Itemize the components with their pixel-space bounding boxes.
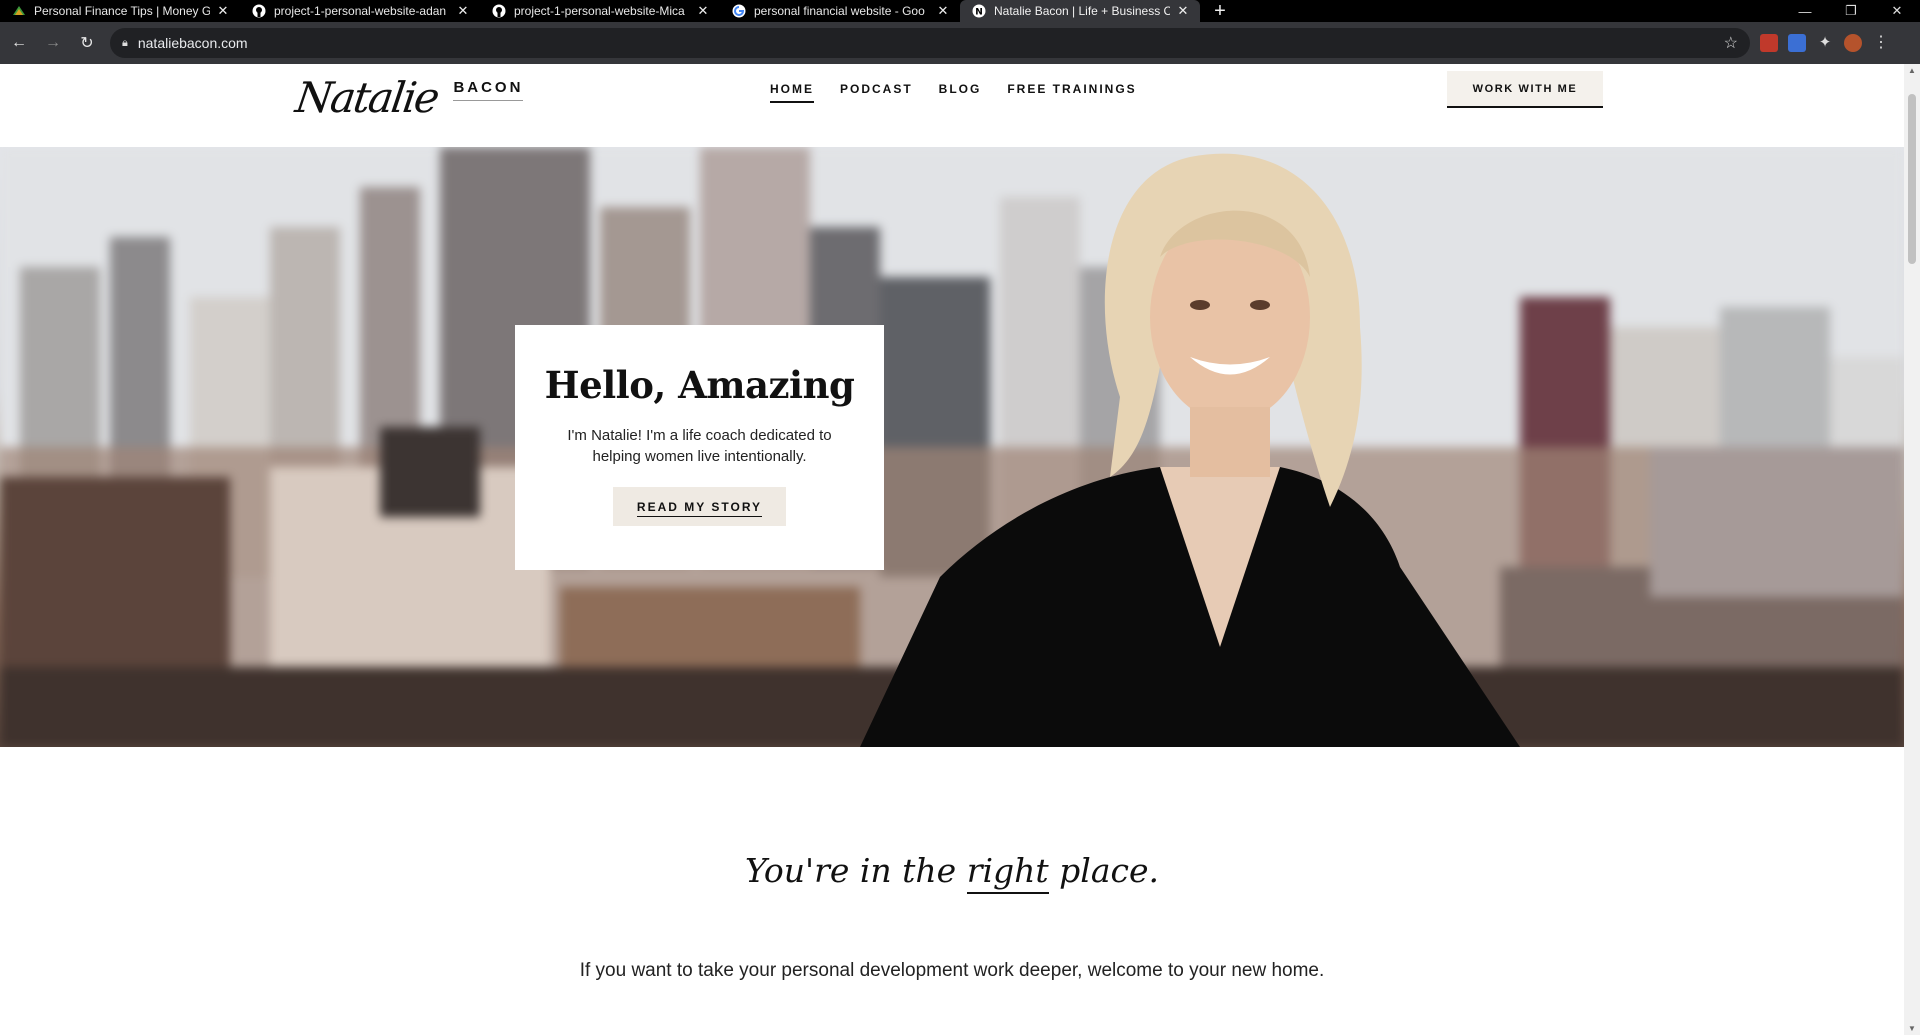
browser-tab-5[interactable]: N Natalie Bacon | Life + Business C ✕ — [960, 0, 1200, 22]
hero-heading: Hello, Amazing — [544, 363, 855, 407]
hero-text: I'm Natalie! I'm a life coach dedicated … — [567, 427, 832, 465]
puzzle-extensions-icon[interactable]: ✦ — [1816, 34, 1834, 52]
tab-title: Personal Finance Tips | Money Gi — [34, 4, 210, 18]
address-bar[interactable]: 🔒︎ nataliebacon.com ☆ — [110, 28, 1750, 58]
close-window-icon[interactable]: ✕ — [1874, 0, 1920, 22]
nav-free-trainings[interactable]: FREE TRAININGS — [1007, 82, 1136, 103]
minimize-icon[interactable]: — — [1782, 0, 1828, 22]
read-my-story-button[interactable]: READ MY STORY — [612, 487, 787, 526]
logo-word: BACON — [453, 79, 524, 101]
tab-title: project-1-personal-website-adan — [274, 4, 447, 18]
scroll-down-arrow-icon[interactable]: ▼ — [1904, 1024, 1920, 1033]
work-with-me-button[interactable]: WORK WITH ME — [1447, 71, 1603, 108]
lock-icon: 🔒︎ — [122, 36, 128, 49]
logo-script: Natalie — [292, 72, 441, 122]
main-nav: HOME PODCAST BLOG FREE TRAININGS — [770, 82, 1137, 103]
reload-icon[interactable]: ↻ — [72, 28, 102, 58]
nav-blog[interactable]: BLOG — [939, 82, 982, 103]
close-tab-icon[interactable]: ✕ — [696, 3, 710, 19]
tab-title: Natalie Bacon | Life + Business C — [994, 4, 1170, 18]
tagline-after: place. — [1048, 851, 1160, 890]
nav-podcast[interactable]: PODCAST — [840, 82, 913, 103]
extension-calendar-icon[interactable] — [1760, 34, 1778, 52]
hero-section: Hello, Amazing I'm Natalie! I'm a life c… — [0, 147, 1904, 747]
tagline-before: You're in the — [744, 851, 967, 890]
browser-toolbar: ← → ↻ 🔒︎ nataliebacon.com ☆ ✦ ⋮ — [0, 22, 1920, 64]
browser-tab-2[interactable]: project-1-personal-website-adan ✕ — [240, 0, 480, 22]
extension-camera-icon[interactable] — [1788, 34, 1806, 52]
page-scrollbar[interactable]: ▲ ▼ — [1904, 64, 1920, 1035]
browser-tab-bar: Personal Finance Tips | Money Gi ✕ proje… — [0, 0, 1920, 22]
scroll-up-arrow-icon[interactable]: ▲ — [1904, 66, 1920, 75]
extensions-area: ✦ ⋮ — [1760, 34, 1890, 52]
url-text[interactable]: nataliebacon.com — [138, 35, 1724, 51]
google-icon — [732, 4, 746, 18]
close-tab-icon[interactable]: ✕ — [216, 3, 230, 19]
web-page: Natalie BACON HOME PODCAST BLOG FREE TRA… — [0, 64, 1904, 1035]
close-tab-icon[interactable]: ✕ — [456, 3, 470, 19]
window-controls: — ❐ ✕ — [1782, 0, 1920, 22]
close-tab-icon[interactable]: ✕ — [1176, 3, 1190, 19]
tab-title: project-1-personal-website-Mica — [514, 4, 685, 18]
back-arrow-icon[interactable]: ← — [4, 28, 34, 58]
browser-tab-1[interactable]: Personal Finance Tips | Money Gi ✕ — [0, 0, 240, 22]
read-my-story-label: READ MY STORY — [636, 500, 763, 517]
tab-title: personal financial website - Goo — [754, 4, 925, 18]
github-icon — [252, 4, 266, 18]
money-leaf-icon — [12, 4, 26, 18]
forward-arrow-icon[interactable]: → — [38, 28, 68, 58]
site-logo[interactable]: Natalie BACON — [292, 66, 524, 128]
nav-home[interactable]: HOME — [770, 82, 814, 103]
intro-text: If you want to take your personal develo… — [579, 960, 1325, 981]
hero-card: Hello, Amazing I'm Natalie! I'm a life c… — [515, 325, 884, 570]
tagline-emphasis: right — [966, 851, 1049, 894]
new-tab-plus-icon[interactable]: + — [1206, 0, 1234, 22]
scrollbar-thumb[interactable] — [1908, 94, 1916, 264]
nb-icon: N — [972, 4, 986, 18]
close-tab-icon[interactable]: ✕ — [936, 3, 950, 19]
restore-icon[interactable]: ❐ — [1828, 0, 1874, 22]
portrait-image — [860, 153, 1520, 747]
browser-tab-4[interactable]: personal financial website - Goo ✕ — [720, 0, 960, 22]
svg-text:N: N — [975, 8, 983, 18]
bookmark-star-icon[interactable]: ☆ — [1724, 33, 1738, 53]
more-menu-icon[interactable]: ⋮ — [1872, 34, 1890, 52]
tagline: You're in the right place. — [0, 851, 1904, 894]
profile-avatar[interactable] — [1844, 34, 1862, 52]
browser-tab-3[interactable]: project-1-personal-website-Mica ✕ — [480, 0, 720, 22]
github-icon — [492, 4, 506, 18]
site-header: Natalie BACON HOME PODCAST BLOG FREE TRA… — [0, 64, 1904, 147]
